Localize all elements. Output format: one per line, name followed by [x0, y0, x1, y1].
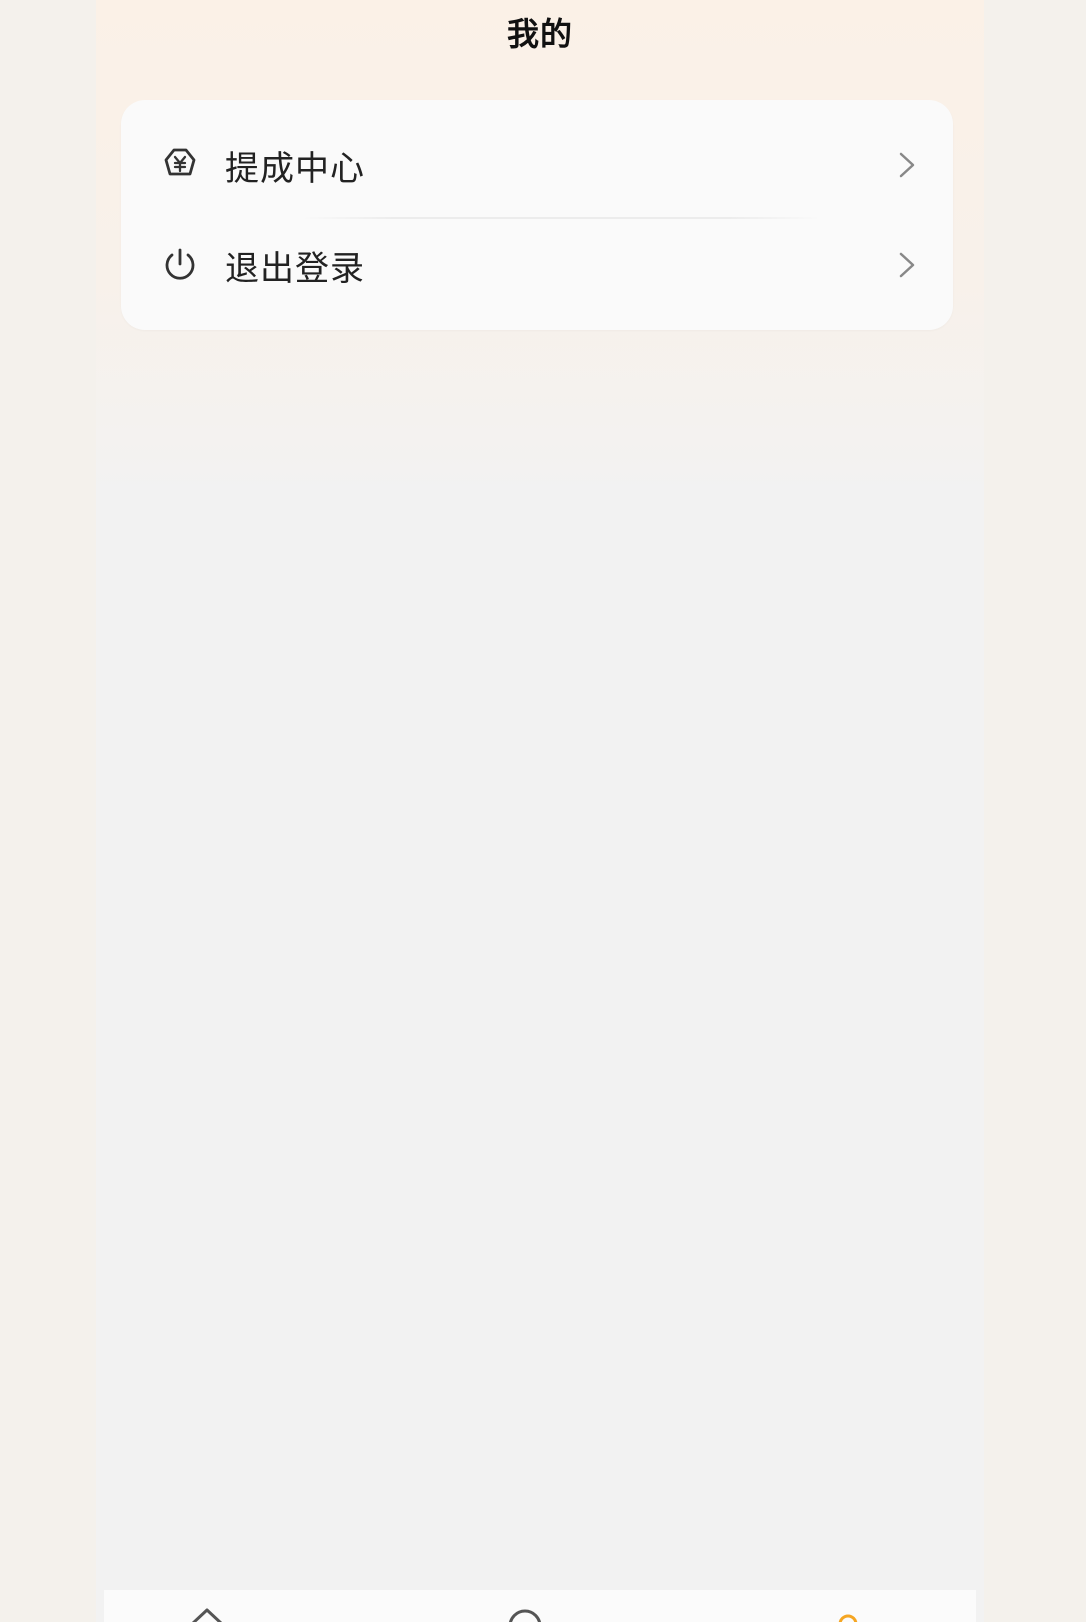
menu-card: 提成中心 退出登录 — [121, 100, 953, 330]
menu-item-logout[interactable]: 退出登录 — [121, 215, 953, 315]
profile-icon[interactable] — [823, 1604, 873, 1622]
menu-label-commission-center: 提成中心 — [225, 148, 365, 189]
power-icon — [159, 244, 201, 286]
menu-label-logout: 退出登录 — [225, 248, 365, 289]
message-icon[interactable] — [500, 1604, 550, 1622]
home-icon[interactable] — [182, 1604, 232, 1622]
chevron-right-icon — [895, 148, 919, 182]
chevron-right-icon — [895, 248, 919, 282]
top-navigation: 我的 — [96, 0, 984, 64]
commission-icon — [159, 144, 201, 186]
page-title: 我的 — [506, 15, 573, 53]
app-screen: 我的 提成中心 退出登录 — [96, 0, 984, 1622]
menu-item-commission-center[interactable]: 提成中心 — [121, 115, 953, 215]
